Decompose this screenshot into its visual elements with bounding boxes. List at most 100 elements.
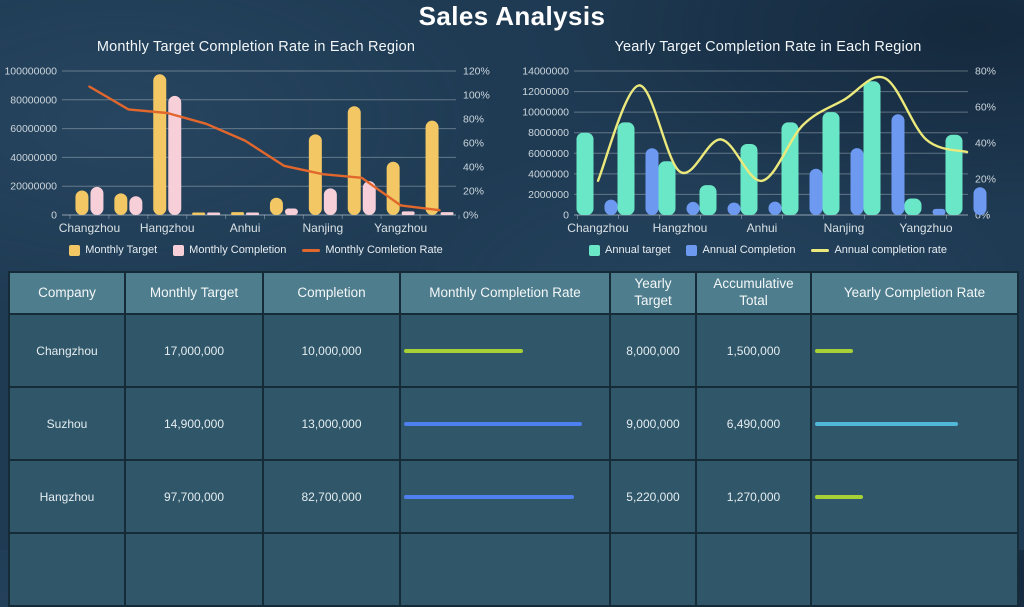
svg-text:Hangzhou: Hangzhou: [140, 221, 195, 235]
yearly-rate-spark-line: [815, 422, 958, 426]
legend-line-swatch: [811, 249, 829, 252]
col-header-yearly-completion-rate: Yearly Completion Rate: [811, 272, 1018, 314]
legend-label: Monthly Target: [85, 244, 157, 256]
monthly-target-cell: 14,900,000: [125, 387, 263, 460]
svg-text:0: 0: [563, 210, 569, 222]
legend-item[interactable]: Annual completion rate: [811, 244, 947, 256]
svg-text:Yangzhuo: Yangzhuo: [899, 221, 952, 235]
svg-text:80%: 80%: [975, 66, 996, 78]
yearly-rate-cell: [811, 533, 1018, 606]
accumulative-total-cell: 1,270,000: [696, 460, 811, 533]
table-header-row: Company Monthly Target Completion Monthl…: [9, 272, 1018, 314]
monthly-target-cell: 17,000,000: [125, 314, 263, 387]
yearly-chart-canvas: 1400000012000000100000008000000600000040…: [512, 60, 1024, 242]
svg-text:2000000: 2000000: [528, 189, 569, 201]
monthly-rate-cell: [400, 460, 610, 533]
x-axis-labels: ChangzhouHangzhouAnhuiNanjingYangzhuo: [567, 221, 953, 235]
svg-text:12000000: 12000000: [522, 86, 569, 98]
svg-text:Anhui: Anhui: [230, 221, 261, 235]
legend-square-swatch: [686, 245, 697, 256]
yearly-target-cell: 5,220,000: [610, 460, 696, 533]
bar: [387, 162, 400, 215]
svg-text:40%: 40%: [463, 162, 484, 174]
svg-text:120%: 120%: [463, 66, 490, 78]
monthly-rate-spark-line: [404, 495, 574, 499]
table-row-partial: [9, 533, 1018, 606]
accumulative-total-cell: 1,500,000: [696, 314, 811, 387]
col-header-completion: Completion: [263, 272, 400, 314]
svg-text:100000000: 100000000: [4, 66, 57, 78]
left-axis-tick-labels: 1000000008000000060000000400000002000000…: [4, 66, 57, 222]
col-header-monthly-completion-rate: Monthly Completion Rate: [400, 272, 610, 314]
bar: [769, 202, 782, 215]
svg-text:8000000: 8000000: [528, 127, 569, 139]
yearly-rate-spark-line: [815, 349, 853, 353]
bar: [618, 122, 635, 215]
legend-label: Annual completion rate: [834, 244, 947, 256]
bar: [114, 193, 127, 215]
bar: [687, 202, 700, 215]
monthly-rate-spark-line: [404, 422, 582, 426]
yearly-chart-legend: Annual target Annual Completion Annual com…: [512, 242, 1024, 258]
bar: [823, 112, 840, 215]
svg-text:20%: 20%: [463, 186, 484, 198]
yearly-rate-spark-line: [815, 495, 863, 499]
svg-text:0: 0: [51, 210, 57, 222]
legend-label: Annual target: [605, 244, 670, 256]
svg-text:60%: 60%: [463, 138, 484, 150]
monthly-chart-canvas: 1000000008000000060000000400000002000000…: [0, 60, 512, 242]
svg-text:40%: 40%: [975, 138, 996, 150]
company-cell: [9, 533, 125, 606]
bar: [864, 81, 881, 215]
monthly-rate-cell: [400, 387, 610, 460]
svg-text:80%: 80%: [463, 114, 484, 126]
company-cell: Hangzhou: [9, 460, 125, 533]
bar-series-0: [577, 81, 963, 215]
legend-item[interactable]: Annual Completion: [686, 244, 795, 256]
completion-cell: 82,700,000: [263, 460, 400, 533]
legend-item[interactable]: Annual target: [589, 244, 670, 256]
monthly-rate-cell: [400, 314, 610, 387]
legend-square-swatch: [173, 245, 184, 256]
accumulative-total-cell: 6,490,000: [696, 387, 811, 460]
charts-row: Monthly Target Completion Rate in Each R…: [0, 30, 1024, 258]
sales-table: Company Monthly Target Completion Monthl…: [8, 271, 1019, 607]
completion-cell: 13,000,000: [263, 387, 400, 460]
bar: [348, 106, 361, 215]
legend-line-swatch: [302, 249, 320, 252]
legend-item[interactable]: Monthly Completion: [173, 244, 286, 256]
col-header-yearly-target: Yearly Target: [610, 272, 696, 314]
svg-text:60%: 60%: [975, 102, 996, 114]
bar: [90, 187, 103, 215]
svg-text:20000000: 20000000: [10, 181, 57, 193]
bar: [75, 191, 88, 215]
company-cell: Suzhou: [9, 387, 125, 460]
svg-text:Hangzhou: Hangzhou: [653, 221, 708, 235]
legend-item[interactable]: Monthly Comletion Rate: [302, 244, 442, 256]
svg-text:10000000: 10000000: [522, 107, 569, 119]
yearly-target-cell: 8,000,000: [610, 314, 696, 387]
bar: [974, 187, 987, 215]
monthly-chart-legend: Monthly Target Monthly Completion Monthly …: [0, 242, 512, 258]
col-header-monthly-target: Monthly Target: [125, 272, 263, 314]
col-header-accumulative-total: Accumulative Total: [696, 272, 811, 314]
svg-text:100%: 100%: [463, 90, 490, 102]
bar: [402, 211, 415, 215]
left-axis-tick-labels: 1400000012000000100000008000000600000040…: [522, 66, 569, 222]
yearly-rate-cell: [811, 314, 1018, 387]
legend-label: Monthly Completion: [189, 244, 286, 256]
svg-text:40000000: 40000000: [10, 152, 57, 164]
company-cell: Changzhou: [9, 314, 125, 387]
page-title: Sales Analysis: [0, 0, 1024, 30]
svg-text:Changzhou: Changzhou: [567, 221, 628, 235]
accumulative-total-cell: [696, 533, 811, 606]
monthly-target-cell: [125, 533, 263, 606]
bar: [285, 209, 298, 215]
bar: [324, 188, 337, 215]
legend-item[interactable]: Monthly Target: [69, 244, 157, 256]
legend-label: Monthly Comletion Rate: [325, 244, 442, 256]
bar: [810, 169, 823, 215]
x-axis-ticks: [578, 215, 988, 219]
yearly-target-cell: 9,000,000: [610, 387, 696, 460]
svg-text:0%: 0%: [463, 210, 478, 222]
